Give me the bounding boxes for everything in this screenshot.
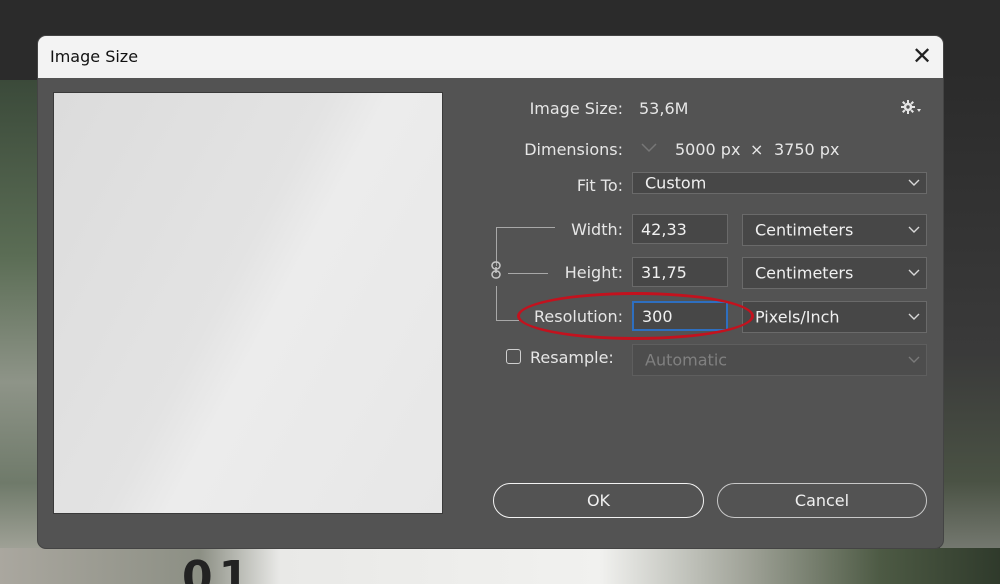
height-unit-select[interactable]: Centimeters (742, 257, 927, 289)
cancel-button[interactable]: Cancel (717, 483, 927, 518)
close-icon[interactable]: ✕ (908, 42, 936, 70)
height-unit-value: Centimeters (755, 263, 854, 283)
title-bar: Image Size ✕ (38, 36, 943, 78)
dialog-title: Image Size (50, 47, 139, 66)
dimensions-label: Dimensions: (524, 140, 623, 159)
resample-checkbox[interactable] (506, 349, 521, 364)
background-bottom-strip (0, 548, 1000, 584)
width-input[interactable] (632, 214, 728, 244)
image-preview (53, 92, 443, 514)
resolution-label: Resolution: (534, 307, 623, 326)
width-unit-value: Centimeters (755, 220, 854, 240)
dimensions-width-value: 5000 px (675, 140, 741, 159)
image-size-label: Image Size: (529, 99, 623, 118)
height-input[interactable] (632, 257, 728, 287)
height-label: Height: (564, 263, 623, 282)
resolution-input[interactable] (632, 301, 728, 331)
resample-method-value: Automatic (645, 350, 728, 370)
chevron-down-icon (908, 223, 920, 237)
resolution-unit-value: Pixels/Inch (755, 307, 840, 327)
chevron-down-icon (908, 353, 920, 367)
width-label: Width: (571, 220, 623, 239)
chevron-down-icon (908, 266, 920, 280)
resample-label: Resample: (530, 348, 614, 367)
gear-icon[interactable] (900, 98, 924, 118)
chevron-down-icon (908, 310, 920, 324)
resolution-unit-select[interactable]: Pixels/Inch (742, 301, 927, 333)
chevron-down-icon (908, 176, 920, 190)
image-size-value: 53,6M (639, 99, 689, 118)
width-unit-select[interactable]: Centimeters (742, 214, 927, 246)
background-partial-text: 01 (182, 552, 256, 584)
dimensions-times: × (750, 140, 764, 159)
resample-method-select[interactable]: Automatic (632, 344, 927, 376)
image-size-dialog: Image Size ✕ Image Size: 53,6M Dimension… (38, 36, 943, 548)
fit-to-select[interactable]: Custom (632, 172, 927, 194)
background-left-plants (0, 80, 42, 584)
dimensions-height-value: 3750 px (774, 140, 840, 159)
background-right-area (940, 70, 1000, 584)
ok-button[interactable]: OK (493, 483, 704, 518)
fit-to-value: Custom (645, 173, 707, 193)
fit-to-label: Fit To: (576, 176, 623, 195)
dimensions-dropdown-chevron-icon[interactable] (639, 139, 659, 157)
